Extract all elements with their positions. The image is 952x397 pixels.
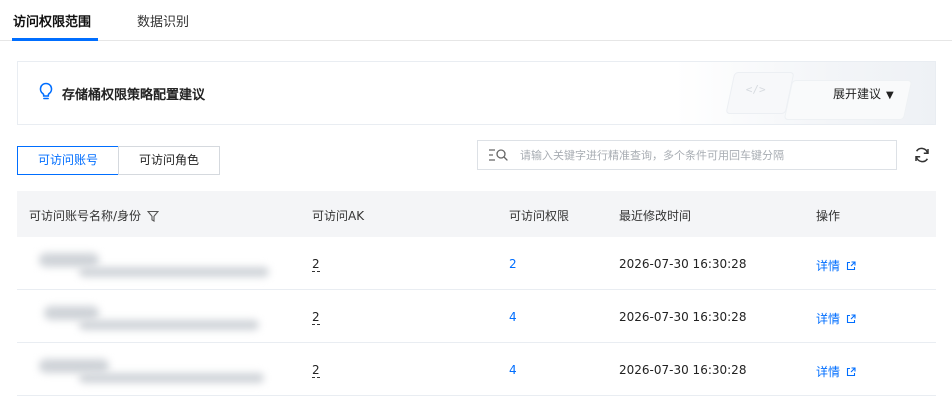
details-link[interactable]: 详情 (816, 257, 856, 274)
modified-time: 2026-07-30 16:30:28 (619, 310, 747, 324)
suggestion-banner: </> 存储桶权限策略配置建议 展开建议 ▼ (17, 61, 936, 125)
column-header-actions: 操作 (816, 209, 841, 223)
active-tab-indicator (12, 38, 98, 41)
column-header-ak: 可访问AK (312, 209, 365, 223)
details-label: 详情 (816, 365, 841, 379)
ak-count[interactable]: 2 (312, 363, 320, 378)
search-box (477, 140, 897, 170)
details-link[interactable]: 详情 (816, 310, 856, 327)
refresh-icon[interactable] (913, 146, 931, 167)
table-row: 2 4 2026-07-30 16:30:28 详情 (17, 343, 936, 396)
external-link-icon (846, 366, 856, 380)
details-label: 详情 (816, 259, 841, 273)
bulb-icon (39, 82, 53, 105)
banner-title: 存储桶权限策略配置建议 (62, 88, 206, 103)
banner-decoration: </> (725, 72, 795, 114)
tab-data-identification[interactable]: 数据识别 (137, 11, 189, 30)
permissions-count-link[interactable]: 4 (509, 363, 517, 377)
expand-label: 展开建议 (833, 87, 882, 101)
search-filter-icon[interactable] (488, 148, 508, 165)
column-header-account-label: 可访问账号名称/身份 (29, 209, 142, 223)
caret-down-icon: ▼ (886, 90, 894, 101)
column-header-permissions: 可访问权限 (509, 209, 570, 223)
column-header-modified: 最近修改时间 (619, 209, 692, 223)
table-row: 2 2 2026-07-30 16:30:28 详情 (17, 237, 936, 290)
redacted-account-info (29, 351, 279, 391)
ak-count[interactable]: 2 (312, 310, 320, 325)
modified-time: 2026-07-30 16:30:28 (619, 363, 747, 377)
top-tabs: 访问权限范围 数据识别 (0, 0, 952, 41)
table-row: 2 4 2026-07-30 16:30:28 详情 (17, 290, 936, 343)
details-link[interactable]: 详情 (816, 363, 856, 380)
column-header-account: 可访问账号名称/身份 (29, 207, 160, 225)
filter-icon[interactable] (146, 210, 160, 225)
redacted-account-info (29, 298, 279, 338)
modified-time: 2026-07-30 16:30:28 (619, 257, 747, 271)
segment-accessible-roles[interactable]: 可访问角色 (118, 146, 220, 175)
table-header: 可访问账号名称/身份 可访问AK 可访问权限 最近修改时间 操作 (17, 191, 936, 237)
permissions-count-link[interactable]: 4 (509, 310, 517, 324)
details-label: 详情 (816, 312, 841, 326)
permissions-count-link[interactable]: 2 (509, 257, 517, 271)
tab-access-scope[interactable]: 访问权限范围 (13, 11, 91, 30)
external-link-icon (846, 313, 856, 327)
ak-count[interactable]: 2 (312, 257, 320, 272)
segment-accessible-accounts[interactable]: 可访问账号 (17, 146, 119, 175)
expand-suggestions-button[interactable]: 展开建议 ▼ (833, 85, 894, 102)
search-input[interactable] (520, 141, 890, 169)
external-link-icon (846, 260, 856, 274)
redacted-account-info (29, 245, 279, 285)
code-deco-text: </> (745, 83, 766, 96)
